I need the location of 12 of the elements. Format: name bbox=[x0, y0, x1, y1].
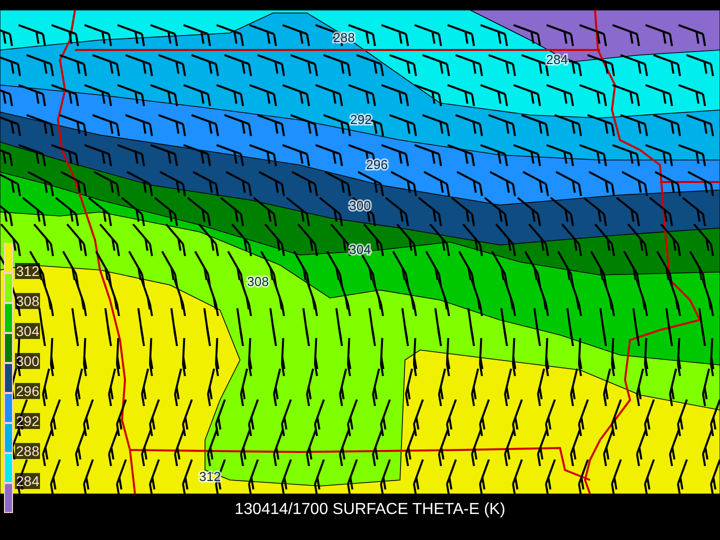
legend-label: 292 bbox=[15, 413, 40, 429]
contour-label: 308 bbox=[247, 274, 269, 289]
legend-label: 308 bbox=[15, 293, 40, 309]
legend-label: 288 bbox=[15, 443, 40, 459]
map-caption: 130414/1700 SURFACE THETA-E (K) bbox=[234, 500, 506, 520]
legend-label: 296 bbox=[15, 383, 40, 399]
legend-label: 300 bbox=[15, 353, 40, 369]
legend-label: 312 bbox=[15, 263, 40, 279]
legend-label: 284 bbox=[15, 473, 40, 489]
legend-label: 304 bbox=[15, 323, 40, 339]
contour-label: 284 bbox=[546, 52, 568, 67]
contour-label: 296 bbox=[366, 157, 388, 172]
